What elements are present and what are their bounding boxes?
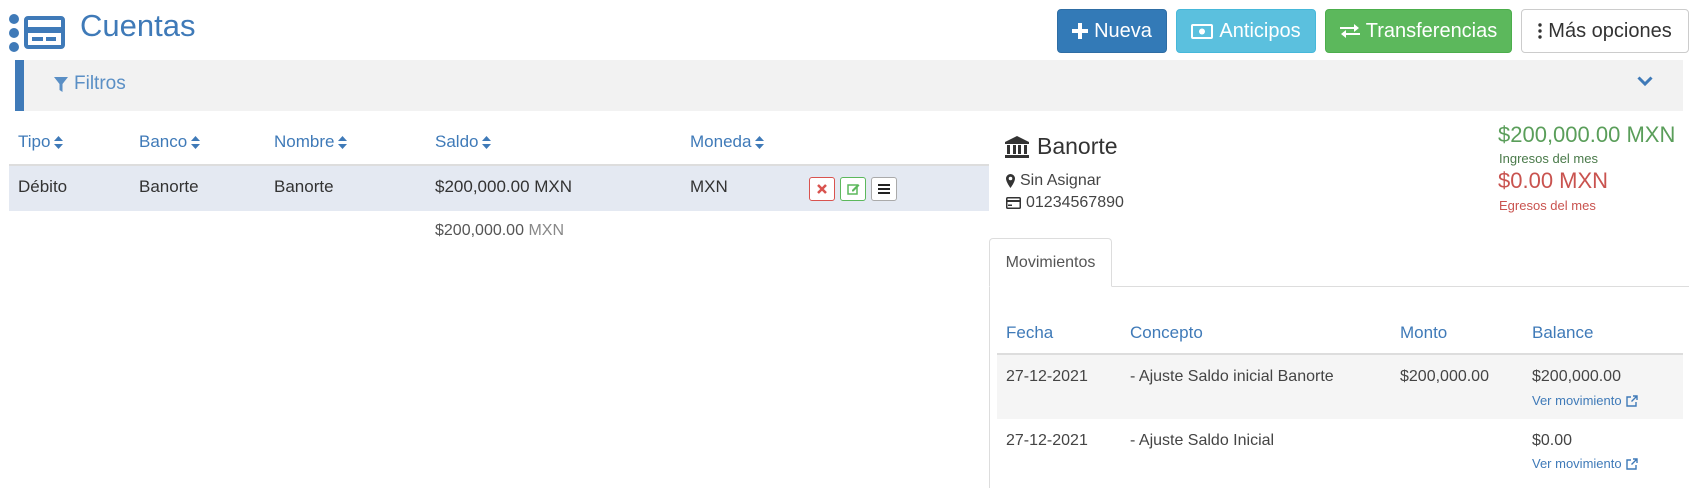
menu-button[interactable] bbox=[871, 177, 897, 201]
cell-tipo: Débito bbox=[18, 177, 68, 196]
cell-saldo: $200,000.00 MXN bbox=[435, 177, 573, 196]
sort-icon bbox=[755, 135, 765, 149]
column-header-nombre[interactable]: Nombre bbox=[274, 132, 348, 152]
page-header: Cuentas Nueva Anticipos Transferencias M… bbox=[0, 0, 1696, 60]
movement-monto: $200,000.00 bbox=[1400, 368, 1489, 385]
ingresos-amount: $200,000.00 MXN bbox=[1498, 122, 1676, 147]
anticipos-button[interactable]: Anticipos bbox=[1176, 9, 1316, 53]
movement-balance: $0.00 bbox=[1532, 432, 1573, 449]
cell-nombre: Banorte bbox=[274, 177, 334, 196]
column-header-saldo[interactable]: Saldo bbox=[435, 132, 492, 152]
bank-icon bbox=[1005, 135, 1029, 158]
plus-icon bbox=[1072, 23, 1089, 39]
cell-moneda: MXN bbox=[690, 177, 728, 196]
total-currency: MXN bbox=[528, 222, 564, 239]
nueva-button-label: Nueva bbox=[1094, 19, 1152, 42]
external-link-icon bbox=[1625, 457, 1638, 470]
column-header-moneda[interactable]: Moneda bbox=[690, 132, 765, 152]
anticipos-button-label: Anticipos bbox=[1219, 19, 1301, 42]
bank-location: Sin Asignar bbox=[1006, 172, 1101, 190]
sort-icon bbox=[338, 135, 348, 149]
column-header-monto[interactable]: Monto bbox=[1400, 323, 1447, 343]
edit-icon bbox=[846, 184, 859, 195]
money-icon bbox=[1191, 23, 1214, 39]
tab-panel-border bbox=[989, 287, 990, 488]
credit-card-list-icon bbox=[24, 16, 65, 49]
bank-account-number: 01234567890 bbox=[1006, 194, 1124, 212]
accounts-total: $200,000.00 MXN bbox=[435, 222, 564, 240]
filter-icon bbox=[54, 76, 68, 92]
bank-name: Banorte bbox=[1037, 133, 1118, 159]
credit-card-icon bbox=[1006, 197, 1021, 209]
mas-opciones-button[interactable]: Más opciones bbox=[1521, 9, 1689, 53]
sort-icon bbox=[482, 135, 492, 149]
filters-label: Filtros bbox=[74, 73, 126, 94]
exchange-icon bbox=[1339, 24, 1360, 38]
sort-icon bbox=[191, 135, 201, 149]
external-link-icon bbox=[1625, 394, 1638, 407]
movement-fecha: 27-12-2021 bbox=[1006, 368, 1088, 385]
cell-banco: Banorte bbox=[139, 177, 199, 196]
close-icon bbox=[817, 184, 827, 194]
filters-panel[interactable]: Filtros bbox=[15, 60, 1683, 111]
transferencias-button-label: Transferencias bbox=[1365, 19, 1498, 42]
egresos-label: Egresos del mes bbox=[1499, 198, 1596, 213]
row-actions bbox=[809, 177, 897, 201]
egresos-amount: $0.00 MXN bbox=[1498, 168, 1609, 193]
bank-title: Banorte bbox=[1005, 133, 1118, 160]
filters-toggle[interactable]: Filtros bbox=[54, 73, 126, 95]
movement-fecha: 27-12-2021 bbox=[1006, 432, 1088, 449]
movement-concepto: - Ajuste Saldo inicial Banorte bbox=[1130, 368, 1334, 385]
total-amount: $200,000.00 bbox=[435, 222, 524, 239]
page-title: Cuentas bbox=[80, 8, 196, 43]
edit-button[interactable] bbox=[840, 177, 866, 201]
column-header-concepto[interactable]: Concepto bbox=[1130, 323, 1203, 343]
ver-movimiento-link[interactable]: Ver movimiento bbox=[1532, 393, 1638, 408]
delete-button[interactable] bbox=[809, 177, 835, 201]
column-header-banco[interactable]: Banco bbox=[139, 132, 201, 152]
map-marker-icon bbox=[1006, 174, 1015, 188]
tab-movimientos[interactable]: Movimientos bbox=[989, 238, 1112, 287]
column-header-tipo[interactable]: Tipo bbox=[18, 132, 64, 152]
movement-balance: $200,000.00 bbox=[1532, 368, 1621, 385]
mas-opciones-button-label: Más opciones bbox=[1548, 19, 1672, 42]
sort-icon bbox=[54, 135, 64, 149]
logo-dots-icon bbox=[9, 14, 21, 54]
bars-icon bbox=[878, 184, 890, 194]
chevron-down-icon[interactable] bbox=[1637, 76, 1653, 87]
transferencias-button[interactable]: Transferencias bbox=[1325, 9, 1512, 53]
column-header-balance[interactable]: Balance bbox=[1532, 323, 1593, 343]
ver-movimiento-link[interactable]: Ver movimiento bbox=[1532, 456, 1638, 471]
movement-concepto: - Ajuste Saldo Inicial bbox=[1130, 432, 1275, 449]
column-header-fecha[interactable]: Fecha bbox=[1006, 323, 1053, 343]
ellipsis-vertical-icon bbox=[1538, 23, 1542, 39]
ingresos-label: Ingresos del mes bbox=[1499, 151, 1598, 166]
table-row bbox=[997, 355, 1683, 419]
nueva-button[interactable]: Nueva bbox=[1057, 9, 1167, 53]
